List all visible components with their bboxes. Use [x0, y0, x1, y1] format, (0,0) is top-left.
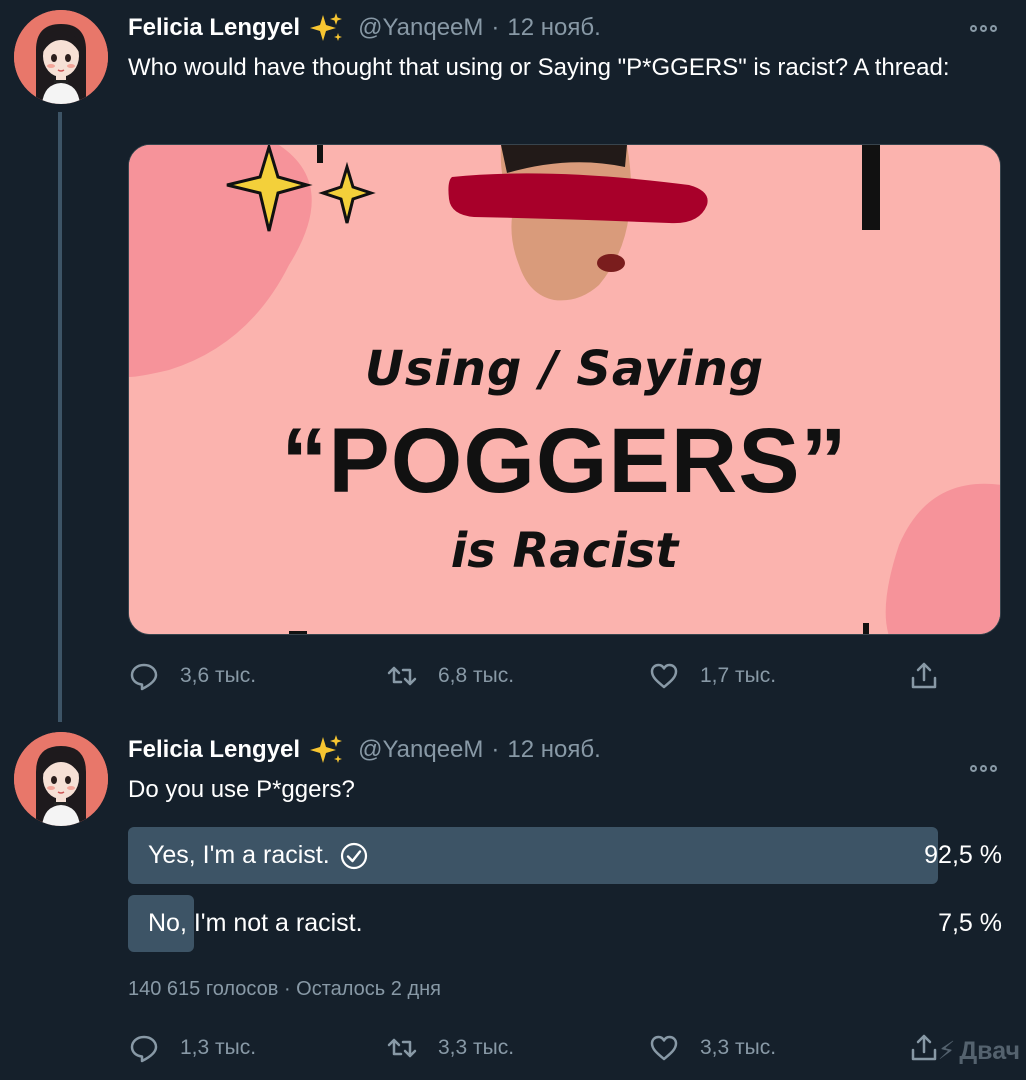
- reply-button[interactable]: 1,3 тыс.: [128, 1028, 256, 1068]
- lightning-icon: ⚡: [937, 1037, 956, 1065]
- tweet-text: Who would have thought that using or Say…: [128, 54, 950, 81]
- separator-dot: ·: [491, 14, 500, 41]
- poll-option-label: No, I'm not a racist.: [148, 909, 363, 937]
- poll-option-label: Yes, I'm a racist.: [148, 841, 330, 869]
- image-caption-line-3: is Racist: [450, 523, 679, 579]
- tweet-date[interactable]: 12 нояб.: [507, 14, 600, 42]
- reply-icon: [130, 663, 158, 691]
- image-caption-line-2: “POGGERS”: [281, 410, 848, 512]
- watermark: ⚡ Двач: [938, 1036, 1020, 1066]
- poll-option-label-row: Yes, I'm a racist.: [148, 827, 368, 884]
- poll-option-yes: Yes, I'm a racist. 92,5 %: [128, 827, 1004, 884]
- check-circle-icon: [340, 842, 367, 869]
- like-button[interactable]: 1,7 тыс.: [648, 656, 776, 696]
- sparkles-icon: [310, 733, 344, 767]
- poll-vote-summary: 140 615 голосов · Осталось 2 дня: [128, 978, 441, 1000]
- like-button[interactable]: 3,3 тыс.: [648, 1028, 776, 1068]
- like-count: 3,3 тыс.: [700, 1036, 777, 1059]
- tweet[interactable]: Felicia Lengyel @YanqeeM · 12 нояб. Do y…: [0, 720, 1026, 1080]
- tweet-header: Felicia Lengyel @YanqeeM · 12 нояб.: [128, 8, 601, 48]
- poll-option-percent: 92,5 %: [924, 841, 1002, 869]
- tweet-date[interactable]: 12 нояб.: [507, 736, 600, 764]
- image-caption-line-1: Using / Saying: [364, 341, 765, 397]
- tweet-actions: 1,3 тыс. 3,3 тыс. 3,3 тыс.: [128, 1028, 948, 1068]
- reply-icon: [130, 1035, 158, 1063]
- author-name[interactable]: Felicia Lengyel: [128, 14, 300, 42]
- reply-count: 1,3 тыс.: [180, 1036, 257, 1059]
- sparkles-icon: [310, 11, 344, 45]
- reply-button[interactable]: 3,6 тыс.: [128, 656, 256, 696]
- tweet-image[interactable]: Using / Saying “POGGERS” is Racist: [128, 144, 1001, 635]
- author-handle[interactable]: @YanqeeM: [358, 14, 483, 42]
- author-handle[interactable]: @YanqeeM: [358, 736, 483, 764]
- avatar[interactable]: [14, 10, 108, 104]
- tweet-text: Do you use P*ggers?: [128, 776, 355, 803]
- retweet-button[interactable]: 6,8 тыс.: [386, 656, 514, 696]
- retweet-icon: [387, 666, 417, 686]
- heart-icon: [650, 1035, 678, 1061]
- poll-option-percent: 7,5 %: [938, 909, 1002, 937]
- retweet-count: 3,3 тыс.: [438, 1036, 515, 1059]
- separator-dot: ·: [491, 736, 500, 763]
- tweet[interactable]: Felicia Lengyel @YanqeeM · 12 нояб. Who …: [0, 0, 1026, 722]
- avatar[interactable]: [14, 732, 108, 826]
- tweet-header: Felicia Lengyel @YanqeeM · 12 нояб.: [128, 730, 601, 770]
- retweet-icon: [387, 1038, 417, 1058]
- like-count: 1,7 тыс.: [700, 664, 777, 687]
- poll-option-no: No, I'm not a racist. 7,5 %: [128, 895, 1004, 952]
- heart-icon: [650, 663, 678, 689]
- retweet-count: 6,8 тыс.: [438, 664, 515, 687]
- share-button[interactable]: [908, 1028, 940, 1068]
- author-name[interactable]: Felicia Lengyel: [128, 736, 300, 764]
- tweet-actions: 3,6 тыс. 6,8 тыс. 1,7 тыс.: [128, 656, 948, 696]
- watermark-text: Двач: [959, 1036, 1020, 1065]
- more-options-icon[interactable]: [966, 18, 1000, 38]
- share-icon: [911, 662, 937, 689]
- share-button[interactable]: [908, 656, 940, 696]
- retweet-button[interactable]: 3,3 тыс.: [386, 1028, 514, 1068]
- share-icon: [911, 1034, 937, 1061]
- poll-option-label-row: No, I'm not a racist.: [148, 895, 363, 952]
- reply-count: 3,6 тыс.: [180, 664, 257, 687]
- thread-connector-line: [58, 112, 62, 722]
